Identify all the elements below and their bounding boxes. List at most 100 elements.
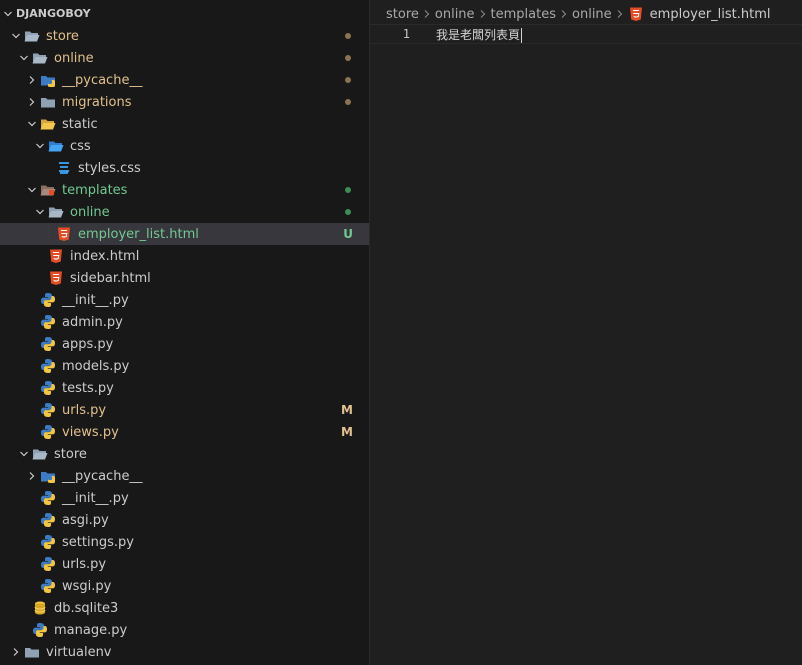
- tree-folder[interactable]: migrations: [0, 91, 369, 113]
- tree-folder[interactable]: css: [0, 135, 369, 157]
- python-icon: [40, 534, 56, 550]
- chevron-down-icon[interactable]: [16, 443, 32, 465]
- tree-item-label: __init__.py: [62, 490, 129, 506]
- text-cursor: [521, 27, 523, 43]
- tree-item-label: urls.py: [62, 556, 107, 572]
- tree-item-label: sidebar.html: [70, 270, 151, 286]
- chevron-right-icon[interactable]: [24, 69, 40, 91]
- tree-file[interactable]: sidebar.html: [0, 267, 369, 289]
- breadcrumb-item[interactable]: store: [386, 7, 419, 22]
- tree-item-label: templates: [62, 182, 128, 198]
- tree-file[interactable]: index.html: [0, 245, 369, 267]
- explorer-root-label: DJANGOBOY: [16, 7, 91, 20]
- tree-item-label: models.py: [62, 358, 130, 374]
- folder-open-icon: [32, 50, 48, 66]
- tree-item-label: store: [54, 446, 87, 462]
- code-text-content: 我是老闆列表頁: [436, 27, 521, 42]
- chevron-down-icon[interactable]: [16, 47, 32, 69]
- tree-folder[interactable]: online: [0, 47, 369, 69]
- tree-file[interactable]: styles.css: [0, 157, 369, 179]
- tree-folder[interactable]: templates: [0, 179, 369, 201]
- tree-file[interactable]: views.py M: [0, 421, 369, 443]
- tree-file[interactable]: urls.py: [0, 553, 369, 575]
- line-number: 1: [402, 27, 410, 41]
- tree-folder[interactable]: store: [0, 25, 369, 47]
- python-icon: [40, 578, 56, 594]
- tree-file[interactable]: __init__.py: [0, 487, 369, 509]
- git-status-dot: [345, 33, 351, 39]
- tree-item-label: urls.py: [62, 402, 107, 418]
- tree-file[interactable]: models.py: [0, 355, 369, 377]
- folder-icon: [24, 644, 40, 660]
- tree-folder[interactable]: __pycache__: [0, 465, 369, 487]
- tree-file[interactable]: __init__.py: [0, 289, 369, 311]
- database-icon: [32, 600, 48, 616]
- tree-item-label: online: [54, 50, 94, 66]
- python-icon: [32, 622, 48, 638]
- tree-item-label: __pycache__: [62, 468, 143, 484]
- tree-item-label: views.py: [62, 424, 119, 440]
- git-status-dot: [345, 77, 351, 83]
- tree-folder[interactable]: virtualenv: [0, 641, 369, 663]
- tree-item-label: db.sqlite3: [54, 600, 119, 616]
- breadcrumb-item[interactable]: online: [572, 7, 612, 22]
- chevron-right-icon: [616, 9, 624, 19]
- tree-folder[interactable]: store: [0, 443, 369, 465]
- tree-file[interactable]: db.sqlite3: [0, 597, 369, 619]
- python-icon: [40, 424, 56, 440]
- tree-item-label: __init__.py: [62, 292, 129, 308]
- code-line[interactable]: 1 我是老闆列表頁: [370, 24, 802, 44]
- chevron-right-icon: [560, 9, 568, 19]
- chevron-down-icon[interactable]: [32, 201, 48, 223]
- breadcrumb-item[interactable]: employer_list.html: [650, 7, 771, 22]
- folder-open-yellow-icon: [40, 116, 56, 132]
- tree-file[interactable]: employer_list.html U: [0, 223, 369, 245]
- tree-folder[interactable]: __pycache__: [0, 69, 369, 91]
- tree-file[interactable]: wsgi.py: [0, 575, 369, 597]
- breadcrumb-item[interactable]: templates: [491, 7, 556, 22]
- tree-item-label: apps.py: [62, 336, 114, 352]
- code-text[interactable]: 我是老闆列表頁: [436, 26, 523, 43]
- tree-item-label: asgi.py: [62, 512, 109, 528]
- tree-file[interactable]: urls.py M: [0, 399, 369, 421]
- tree-folder[interactable]: static: [0, 113, 369, 135]
- tree-file[interactable]: manage.py: [0, 619, 369, 641]
- tree-item-label: settings.py: [62, 534, 134, 550]
- explorer-sidebar: DJANGOBOY store online __pycache__ migratio…: [0, 0, 370, 665]
- chevron-right-icon: [479, 9, 487, 19]
- chevron-down-icon[interactable]: [32, 135, 48, 157]
- chevron-down-icon[interactable]: [8, 25, 24, 47]
- git-status-dot: [345, 55, 351, 61]
- tree-file[interactable]: admin.py: [0, 311, 369, 333]
- python-folder-icon: [40, 468, 56, 484]
- tree-folder[interactable]: online: [0, 201, 369, 223]
- chevron-right-icon[interactable]: [24, 91, 40, 113]
- chevron-down-icon[interactable]: [24, 113, 40, 135]
- folder-open-icon: [48, 204, 64, 220]
- tree-file[interactable]: settings.py: [0, 531, 369, 553]
- chevron-down-icon[interactable]: [24, 179, 40, 201]
- html-file-icon: [56, 226, 72, 242]
- tree-file[interactable]: asgi.py: [0, 509, 369, 531]
- python-icon: [40, 336, 56, 352]
- templates-folder-icon: [40, 182, 56, 198]
- html-file-icon: [48, 248, 64, 264]
- tree-file[interactable]: apps.py: [0, 333, 369, 355]
- tree-file[interactable]: tests.py: [0, 377, 369, 399]
- chevron-right-icon[interactable]: [8, 641, 24, 663]
- git-status-badge: M: [341, 403, 353, 417]
- python-icon: [40, 358, 56, 374]
- chevron-right-icon[interactable]: [24, 465, 40, 487]
- breadcrumb-item[interactable]: online: [435, 7, 475, 22]
- explorer-root-header[interactable]: DJANGOBOY: [0, 0, 369, 28]
